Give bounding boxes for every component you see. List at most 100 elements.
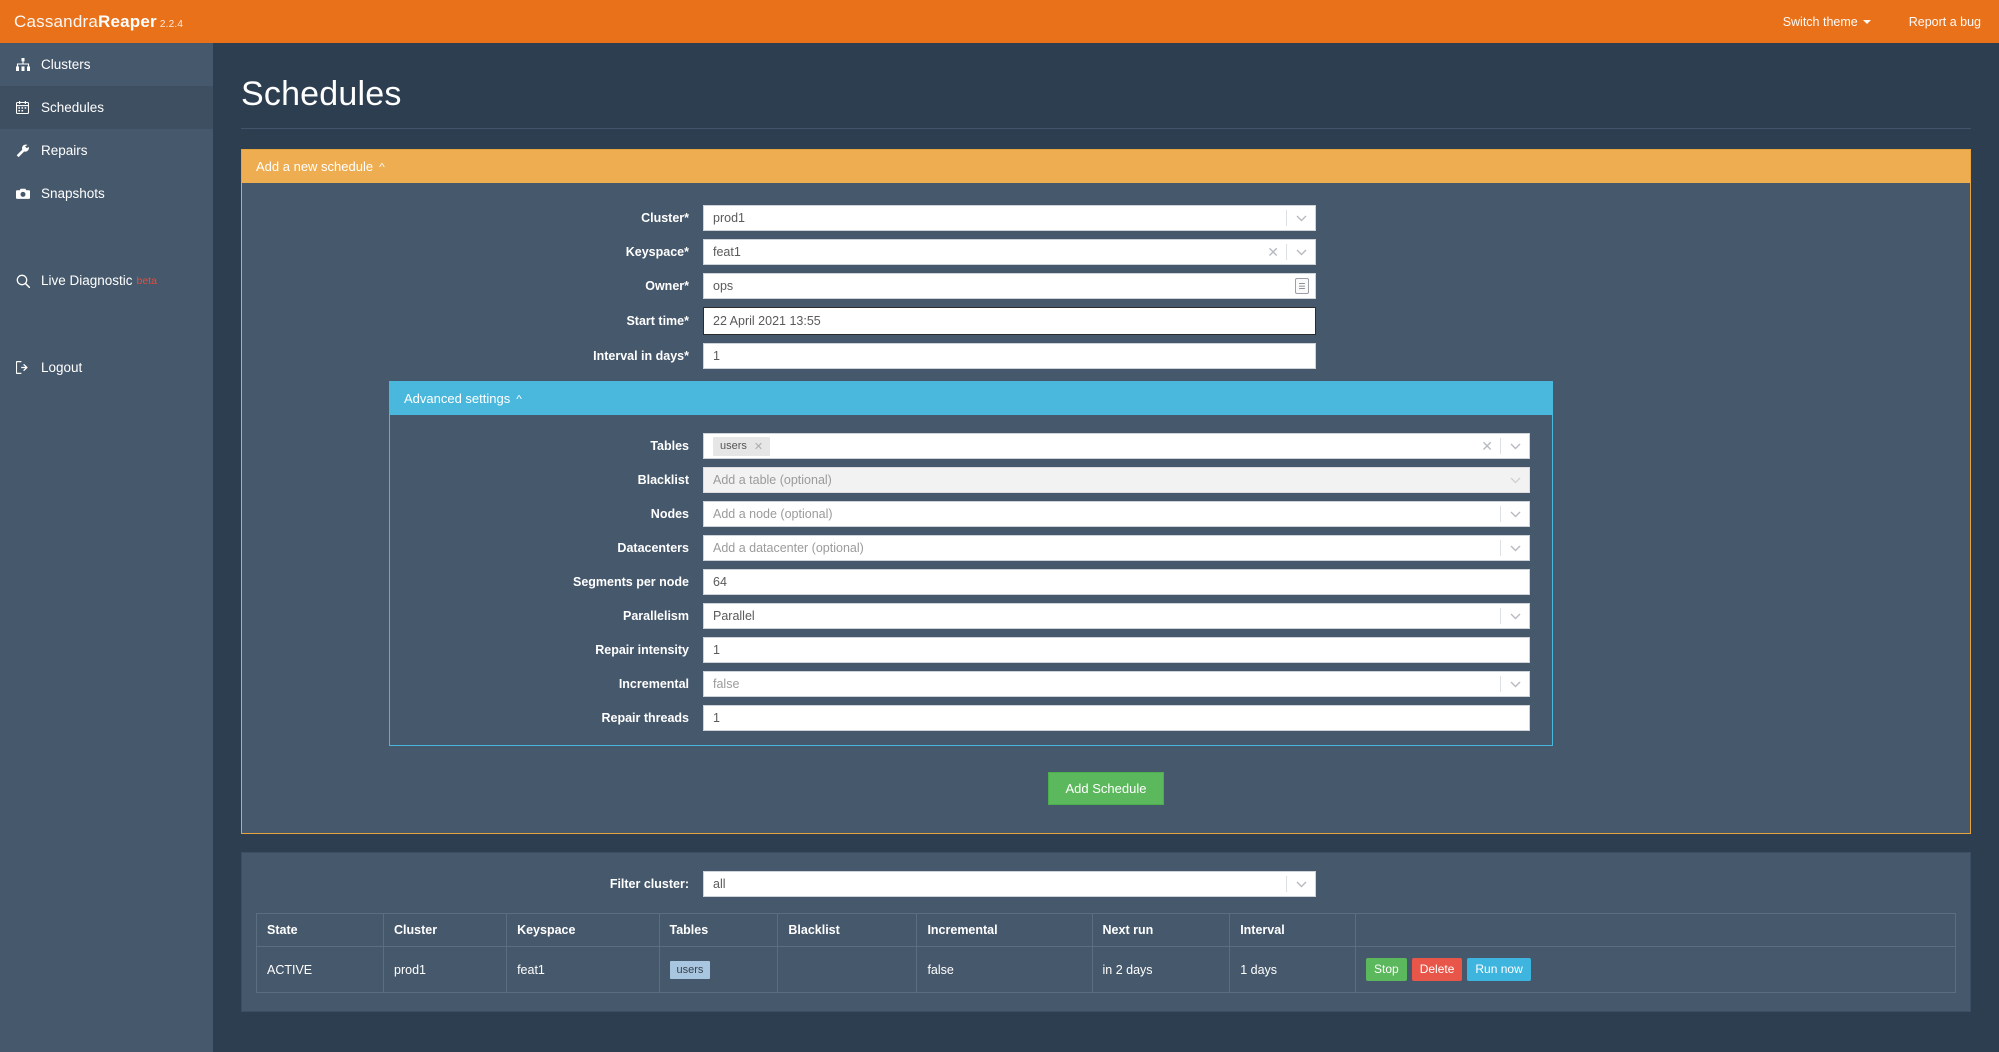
form-row-start-time: Start time* 22 April 2021 13:55 bbox=[242, 307, 1970, 335]
clear-icon[interactable]: ✕ bbox=[1474, 439, 1500, 453]
switch-theme-label: Switch theme bbox=[1783, 15, 1858, 29]
col-state: State bbox=[257, 914, 384, 947]
cluster-select[interactable]: prod1 bbox=[703, 205, 1316, 231]
delete-button[interactable]: Delete bbox=[1412, 958, 1463, 981]
form-row-cluster: Cluster* prod1 bbox=[242, 205, 1970, 231]
chevron-down-icon[interactable] bbox=[1501, 613, 1529, 620]
chevron-down-icon[interactable] bbox=[1501, 477, 1529, 484]
segments-input[interactable]: 64 bbox=[703, 569, 1530, 595]
schedules-table-body: ACTIVE prod1 feat1 users false in 2 days… bbox=[257, 947, 1956, 993]
row-action-buttons: Stop Delete Run now bbox=[1366, 958, 1945, 981]
sidebar-item-repairs[interactable]: Repairs bbox=[0, 129, 213, 172]
form-row-owner: Owner* ops ☰ bbox=[242, 273, 1970, 299]
chevron-down-icon[interactable] bbox=[1501, 545, 1529, 552]
sidebar-item-label: Live Diagnostic bbox=[41, 273, 133, 288]
parallelism-control: Parallel bbox=[703, 603, 1530, 629]
cell-interval: 1 days bbox=[1230, 947, 1356, 993]
advanced-settings-header[interactable]: Advanced settings ^ bbox=[390, 382, 1552, 415]
filter-cluster-label: Filter cluster: bbox=[242, 877, 703, 891]
segments-control: 64 bbox=[703, 569, 1530, 595]
filter-cluster-control: all bbox=[703, 871, 1316, 897]
advanced-settings-panel: Advanced settings ^ Tables users ✕ bbox=[389, 381, 1553, 746]
nodes-multiselect[interactable]: Add a node (optional) bbox=[703, 501, 1530, 527]
parallelism-select[interactable]: Parallel bbox=[703, 603, 1530, 629]
run-now-button[interactable]: Run now bbox=[1467, 958, 1530, 981]
add-schedule-button[interactable]: Add Schedule bbox=[1048, 772, 1165, 805]
navbar-right-links: Switch theme Report a bug bbox=[1783, 15, 1981, 29]
brand-version: 2.2.4 bbox=[160, 19, 183, 30]
parallelism-label: Parallelism bbox=[390, 609, 703, 623]
datacenters-multiselect[interactable]: Add a datacenter (optional) bbox=[703, 535, 1530, 561]
owner-input[interactable]: ops ☰ bbox=[703, 273, 1316, 299]
segments-value: 64 bbox=[713, 575, 727, 589]
schedules-table: State Cluster Keyspace Tables Blacklist … bbox=[256, 913, 1956, 993]
advanced-settings-title: Advanced settings bbox=[404, 391, 510, 406]
chevron-down-icon[interactable] bbox=[1501, 681, 1529, 688]
form-row-keyspace: Keyspace* feat1 ✕ bbox=[242, 239, 1970, 265]
filter-cluster-select[interactable]: all bbox=[703, 871, 1316, 897]
stop-button[interactable]: Stop bbox=[1366, 958, 1407, 981]
keyspace-label: Keyspace* bbox=[242, 245, 703, 259]
remove-tag-icon[interactable]: ✕ bbox=[754, 440, 763, 453]
incremental-control: false bbox=[703, 671, 1530, 697]
app-brand[interactable]: CassandraReaper2.2.4 bbox=[14, 12, 183, 32]
cell-cluster: prod1 bbox=[384, 947, 507, 993]
sidebar-item-snapshots[interactable]: Snapshots bbox=[0, 172, 213, 215]
form-row-nodes: Nodes Add a node (optional) bbox=[390, 501, 1552, 527]
schedules-table-wrapper: State Cluster Keyspace Tables Blacklist … bbox=[256, 913, 1956, 993]
start-time-input[interactable]: 22 April 2021 13:55 bbox=[703, 307, 1316, 335]
incremental-select[interactable]: false bbox=[703, 671, 1530, 697]
sidebar-item-logout[interactable]: Logout bbox=[0, 346, 213, 389]
repair-intensity-input[interactable]: 1 bbox=[703, 637, 1530, 663]
brand-reaper: Reaper bbox=[98, 12, 157, 31]
cell-actions: Stop Delete Run now bbox=[1356, 947, 1956, 993]
repair-threads-input[interactable]: 1 bbox=[703, 705, 1530, 731]
blacklist-control: Add a table (optional) bbox=[703, 467, 1530, 493]
schedules-list-panel: Filter cluster: all State Cluster Ke bbox=[241, 852, 1971, 1012]
switch-theme-link[interactable]: Switch theme bbox=[1783, 15, 1871, 29]
cell-state: ACTIVE bbox=[257, 947, 384, 993]
tables-multiselect[interactable]: users ✕ ✕ bbox=[703, 433, 1530, 459]
form-row-parallelism: Parallelism Parallel bbox=[390, 603, 1552, 629]
repair-intensity-value: 1 bbox=[713, 643, 720, 657]
interval-input[interactable]: 1 bbox=[703, 343, 1316, 369]
add-schedule-panel-header[interactable]: Add a new schedule^ bbox=[242, 150, 1970, 183]
clear-icon[interactable]: ✕ bbox=[1260, 245, 1286, 259]
repair-threads-label: Repair threads bbox=[390, 711, 703, 725]
col-blacklist: Blacklist bbox=[778, 914, 917, 947]
blacklist-multiselect[interactable]: Add a table (optional) bbox=[703, 467, 1530, 493]
col-tables: Tables bbox=[659, 914, 778, 947]
blacklist-select-tools bbox=[1501, 468, 1529, 492]
col-incremental: Incremental bbox=[917, 914, 1092, 947]
sidebar-item-label: Repairs bbox=[41, 143, 88, 158]
calendar-icon bbox=[16, 101, 34, 114]
chevron-down-icon[interactable] bbox=[1287, 881, 1315, 888]
sidebar-item-live-diagnostic[interactable]: Live Diagnostic beta bbox=[0, 259, 213, 302]
chevron-down-icon[interactable] bbox=[1287, 215, 1315, 222]
tables-badge: users bbox=[670, 961, 711, 979]
sidebar-item-schedules[interactable]: Schedules bbox=[0, 86, 213, 129]
blacklist-label: Blacklist bbox=[390, 473, 703, 487]
chevron-down-icon[interactable] bbox=[1501, 511, 1529, 518]
chevron-down-icon[interactable] bbox=[1287, 249, 1315, 256]
brand-cassandra: Cassandra bbox=[14, 12, 98, 31]
keyspace-control: feat1 ✕ bbox=[703, 239, 1316, 265]
start-time-label: Start time* bbox=[242, 314, 703, 328]
keyspace-select[interactable]: feat1 ✕ bbox=[703, 239, 1316, 265]
datacenters-select-tools bbox=[1500, 536, 1529, 560]
owner-value: ops bbox=[713, 279, 733, 293]
camera-icon bbox=[16, 188, 34, 200]
tables-tag[interactable]: users ✕ bbox=[713, 437, 770, 456]
tables-label: Tables bbox=[390, 439, 703, 453]
cluster-value: prod1 bbox=[713, 211, 745, 225]
form-row-incremental: Incremental false bbox=[390, 671, 1552, 697]
wrench-icon bbox=[16, 144, 34, 158]
col-keyspace: Keyspace bbox=[507, 914, 659, 947]
sidebar-item-clusters[interactable]: Clusters bbox=[0, 43, 213, 86]
chevron-up-icon: ^ bbox=[516, 393, 522, 405]
chevron-down-icon[interactable] bbox=[1501, 443, 1529, 450]
credentials-icon[interactable]: ☰ bbox=[1295, 278, 1309, 294]
col-interval: Interval bbox=[1230, 914, 1356, 947]
report-bug-link[interactable]: Report a bug bbox=[1909, 15, 1981, 29]
table-row[interactable]: ACTIVE prod1 feat1 users false in 2 days… bbox=[257, 947, 1956, 993]
